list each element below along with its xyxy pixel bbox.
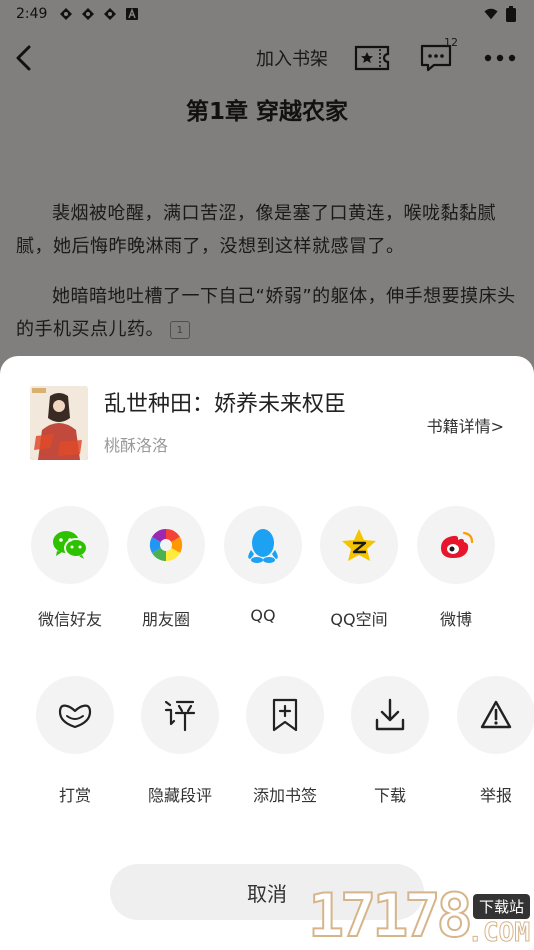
action-hide-comments[interactable]: 隐藏段评	[130, 676, 230, 806]
share-qzone[interactable]: QQ空间	[309, 506, 409, 630]
watermark-number: 17178	[307, 881, 474, 950]
book-cover-image	[30, 386, 88, 460]
action-label: 隐藏段评	[147, 786, 212, 805]
share-icon-circle	[127, 506, 205, 584]
share-icon-circle	[31, 506, 109, 584]
watermark-com: .COM	[467, 918, 531, 949]
share-weibo[interactable]: 微博	[406, 506, 506, 630]
action-icon-circle	[457, 676, 534, 754]
action-label: 打赏	[58, 786, 91, 805]
share-label: 朋友圈	[141, 610, 190, 629]
book-title: 乱世种田：娇养未来权臣	[104, 392, 347, 417]
site-watermark: 17178 下载站 .COM	[307, 881, 534, 950]
share-icon-circle	[320, 506, 398, 584]
qzone-icon	[342, 529, 376, 561]
qq-icon	[248, 529, 278, 563]
moments-icon	[149, 528, 183, 562]
share-icon-circle	[417, 506, 495, 584]
action-report[interactable]: 举报	[446, 676, 534, 806]
action-label: 举报	[479, 786, 512, 805]
download-icon	[375, 698, 405, 731]
share-wechat[interactable]: 微信好友	[20, 506, 120, 630]
action-label: 下载	[373, 786, 406, 805]
action-add-bookmark[interactable]: 添加书签	[235, 676, 335, 806]
action-icon-circle	[36, 676, 114, 754]
share-label: 微博	[439, 610, 472, 629]
book-info: 乱世种田：娇养未来权臣 桃酥洛洛 书籍详情>	[30, 386, 510, 460]
share-label: QQ	[250, 606, 276, 625]
reward-icon	[58, 704, 92, 729]
share-sheet: 乱世种田：娇养未来权臣 桃酥洛洛 书籍详情> 微信好友 朋友圈 QQ QQ空间 …	[0, 356, 534, 950]
action-download[interactable]: 下载	[340, 676, 440, 806]
share-icon-circle	[224, 506, 302, 584]
book-author: 桃酥洛洛	[104, 436, 169, 455]
action-icon-circle	[351, 676, 429, 754]
bookmark-icon	[272, 698, 298, 732]
share-label: 微信好友	[37, 610, 102, 629]
action-icon-circle	[246, 676, 324, 754]
action-label: 添加书签	[252, 786, 317, 805]
book-detail-link[interactable]: 书籍详情>	[427, 413, 504, 437]
share-moments[interactable]: 朋友圈	[116, 506, 216, 630]
report-icon	[480, 700, 512, 729]
weibo-icon	[441, 531, 474, 558]
watermark-badge: 下载站	[472, 894, 530, 919]
hide-comment-icon	[164, 700, 196, 732]
action-reward[interactable]: 打赏	[25, 676, 125, 806]
share-qq[interactable]: QQ	[213, 506, 313, 625]
wechat-icon	[53, 531, 88, 559]
share-label: QQ空间	[330, 610, 388, 629]
action-icon-circle	[141, 676, 219, 754]
